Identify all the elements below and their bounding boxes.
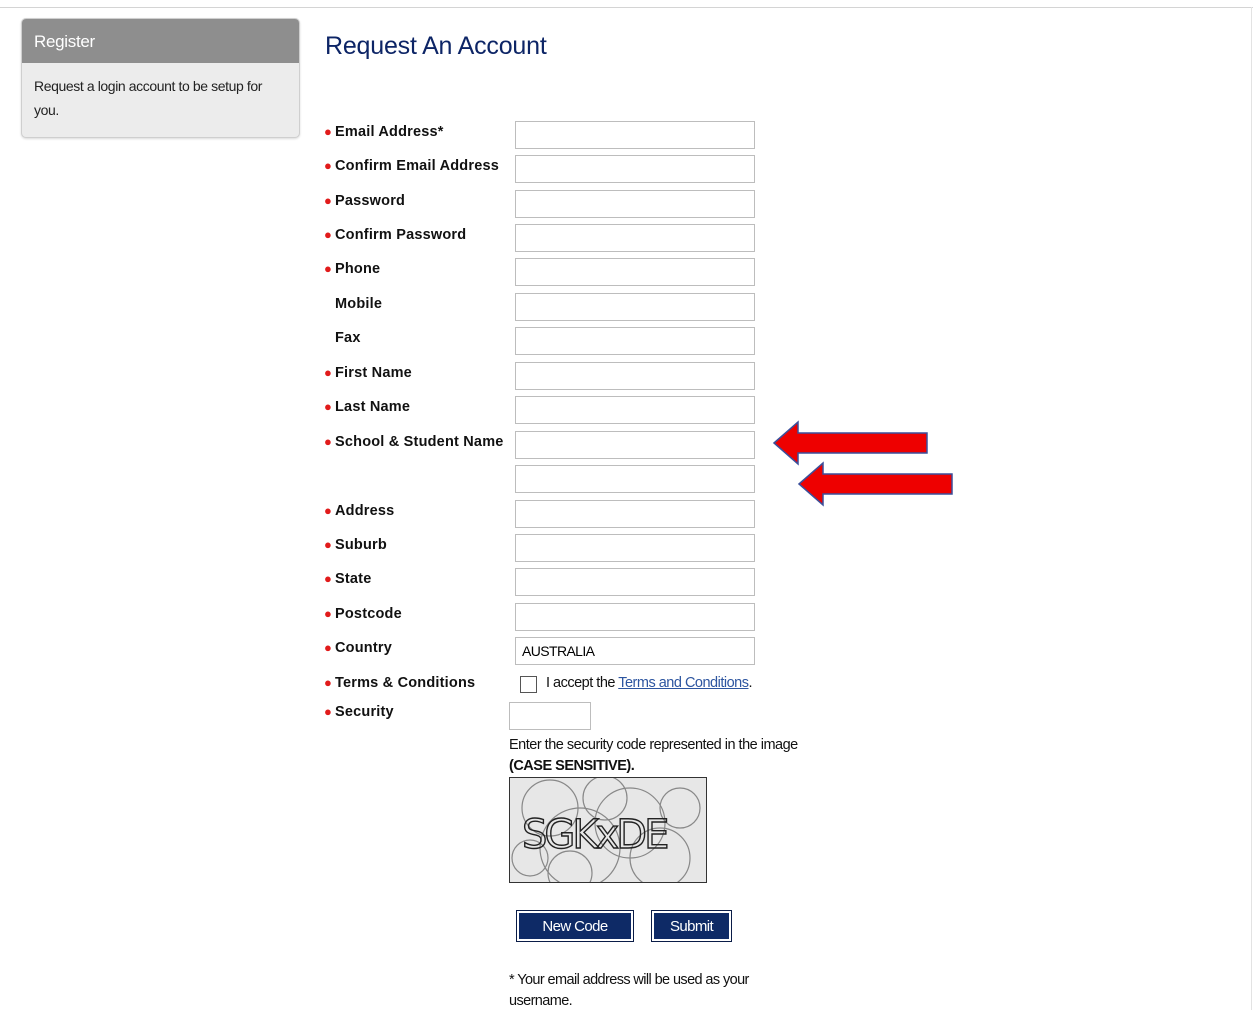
email-label: ● Email Address* — [324, 124, 444, 140]
student-name-field[interactable] — [515, 465, 755, 493]
captcha-text: SGKxDE — [522, 812, 667, 858]
mobile-row: Mobile — [324, 293, 764, 323]
fax-label: Fax — [335, 330, 361, 346]
red-dot-icon: ● — [324, 434, 333, 449]
address-row: ● Address — [324, 500, 764, 530]
page-title: Request An Account — [325, 32, 547, 60]
top-divider — [0, 7, 1253, 8]
fax-row: Fax — [324, 327, 764, 357]
country-row: ● Country — [324, 637, 764, 667]
red-dot-icon: ● — [324, 399, 333, 414]
last-name-row: ● Last Name — [324, 396, 764, 426]
confirm-password-label: ● Confirm Password — [324, 227, 467, 243]
red-dot-icon: ● — [324, 503, 333, 518]
sidebar-header: Register — [22, 19, 299, 63]
last-name-label: ● Last Name — [324, 399, 411, 415]
red-dot-icon: ● — [324, 193, 333, 208]
last-name-field[interactable] — [515, 396, 755, 424]
confirm-email-label: ● Confirm Email Address — [324, 158, 500, 174]
terms-row: ● Terms & Conditions I accept the Terms a… — [324, 672, 764, 702]
address-label: ● Address — [324, 503, 395, 519]
postcode-label: ● Postcode — [324, 606, 402, 622]
confirm-email-row: ● Confirm Email Address — [324, 155, 764, 185]
register-sidebar-panel: Register Request a login account to be s… — [21, 18, 300, 138]
phone-label: ● Phone — [324, 261, 381, 277]
security-label: ● Security — [324, 704, 394, 720]
state-label: ● State — [324, 571, 372, 587]
first-name-field[interactable] — [515, 362, 755, 390]
mobile-label: Mobile — [335, 296, 383, 312]
email-field[interactable] — [515, 121, 755, 149]
terms-accept-text: I accept the Terms and Conditions. — [546, 675, 753, 691]
address-field[interactable] — [515, 500, 755, 528]
confirm-password-row: ● Confirm Password — [324, 224, 764, 254]
red-dot-icon: ● — [324, 124, 333, 139]
red-dot-icon: ● — [324, 704, 333, 719]
suburb-row: ● Suburb — [324, 534, 764, 564]
state-field[interactable] — [515, 568, 755, 596]
password-row: ● Password — [324, 190, 764, 220]
security-help-text: Enter the security code represented in t… — [509, 737, 798, 774]
school-student-row: ● School & Student Name — [324, 431, 764, 461]
red-dot-icon: ● — [324, 227, 333, 242]
red-arrow-icon — [772, 420, 928, 466]
mobile-field[interactable] — [515, 293, 755, 321]
right-divider — [1251, 7, 1252, 1010]
red-dot-icon: ● — [324, 640, 333, 655]
country-label: ● Country — [324, 640, 392, 656]
captcha-graphic: SGKxDE — [511, 778, 701, 882]
register-page: Register Request a login account to be s… — [0, 0, 1253, 1010]
red-dot-icon: ● — [324, 571, 333, 586]
suburb-field[interactable] — [515, 534, 755, 562]
red-arrow-icon — [797, 461, 953, 507]
country-field[interactable] — [515, 637, 755, 665]
red-dot-icon: ● — [324, 675, 333, 690]
red-dot-icon: ● — [324, 606, 333, 621]
terms-checkbox[interactable] — [520, 676, 537, 693]
confirm-password-field[interactable] — [515, 224, 755, 252]
state-row: ● State — [324, 568, 764, 598]
first-name-row: ● First Name — [324, 362, 764, 392]
terms-label: ● Terms & Conditions — [324, 675, 476, 691]
email-username-note: * Your email address will be used as you… — [509, 972, 749, 1009]
password-label: ● Password — [324, 193, 406, 209]
postcode-field[interactable] — [515, 603, 755, 631]
red-dot-icon: ● — [324, 537, 333, 552]
suburb-label: ● Suburb — [324, 537, 387, 553]
security-code-field[interactable] — [509, 702, 591, 730]
phone-field[interactable] — [515, 258, 755, 286]
red-dot-icon: ● — [324, 261, 333, 276]
terms-link[interactable]: Terms and Conditions — [618, 675, 749, 691]
confirm-email-field[interactable] — [515, 155, 755, 183]
sidebar-description: Request a login account to be setup for … — [34, 78, 263, 118]
password-field[interactable] — [515, 190, 755, 218]
school-name-field[interactable] — [515, 431, 755, 459]
school-student-row-2 — [324, 465, 764, 495]
phone-row: ● Phone — [324, 258, 764, 288]
submit-button[interactable]: Submit — [651, 910, 732, 942]
red-dot-icon: ● — [324, 365, 333, 380]
red-dot-icon: ● — [324, 158, 333, 173]
new-code-button[interactable]: New Code — [516, 910, 634, 942]
postcode-row: ● Postcode — [324, 603, 764, 633]
school-student-label: ● School & Student Name — [324, 434, 504, 450]
fax-field[interactable] — [515, 327, 755, 355]
email-row: ● Email Address* — [324, 121, 764, 151]
first-name-label: ● First Name — [324, 365, 412, 381]
captcha-image: SGKxDE — [509, 777, 707, 883]
